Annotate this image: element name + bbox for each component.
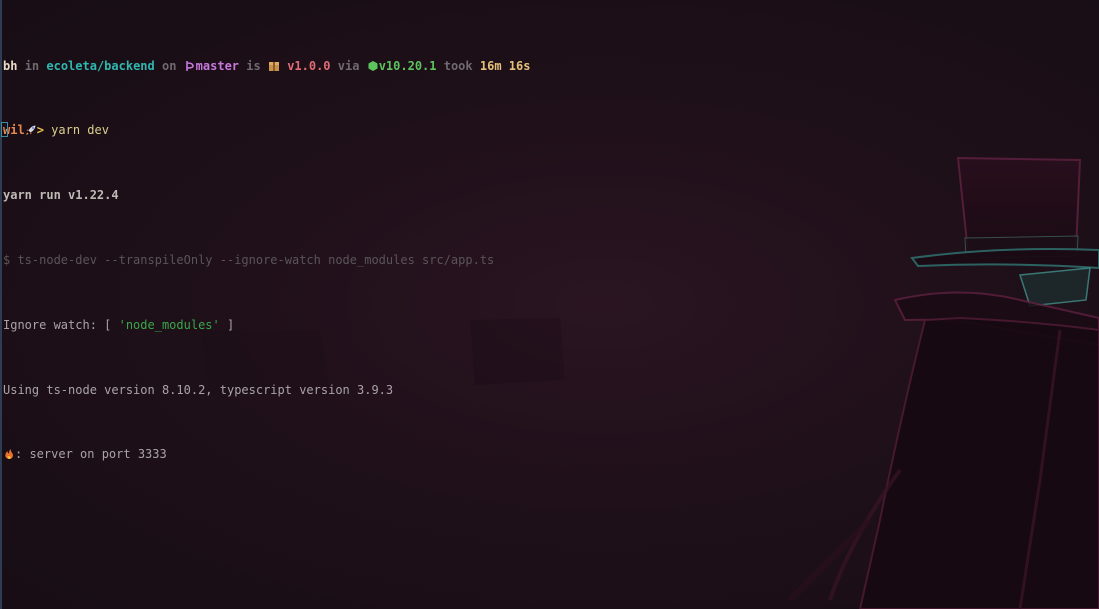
- terminal-output: bh in ecoleta/backend on master is v1.0.…: [3, 9, 530, 511]
- prompt-line: bh in ecoleta/backend on master is v1.0.…: [3, 58, 530, 74]
- output-ignore-watch: Ignore watch: [ 'node_modules' ]: [3, 317, 530, 333]
- ignore-watch-prefix: Ignore watch: [: [3, 317, 119, 332]
- prompt-via-word: via: [337, 58, 360, 73]
- window-left-border: [0, 0, 2, 609]
- prompt-in-word: in: [24, 58, 40, 73]
- prompt-on-word: on: [161, 58, 177, 73]
- command-line: wil > yarn dev: [3, 122, 530, 138]
- terminal-cursor: [1, 122, 8, 137]
- ignore-watch-value: 'node_modules': [118, 317, 220, 332]
- prompt-branch: master: [195, 58, 240, 73]
- output-echo-command: $ ts-node-dev --transpileOnly --ignore-w…: [3, 253, 495, 267]
- server-text: : server on port 3333: [15, 447, 167, 462]
- fire-icon: [3, 448, 15, 460]
- output-ts-node-version: Using ts-node version 8.10.2, typescript…: [3, 382, 394, 397]
- terminal-window[interactable]: bh in ecoleta/backend on master is v1.0.…: [0, 0, 1099, 609]
- package-icon: [268, 60, 280, 72]
- ignore-watch-suffix: ]: [219, 317, 235, 332]
- output-server-line: : server on port 3333: [3, 446, 530, 462]
- prompt-is-word: is: [246, 58, 261, 73]
- command-arrow: >: [36, 123, 44, 138]
- prompt-user: bh: [3, 58, 18, 73]
- command-text: yarn dev: [51, 123, 109, 138]
- prompt-node-version: v10.20.1: [378, 58, 437, 73]
- prompt-took-word: took: [443, 58, 473, 73]
- git-branch-icon: [184, 60, 196, 72]
- prompt-version: v1.0.0: [287, 58, 331, 73]
- output-yarn-run: yarn run v1.22.4: [3, 188, 119, 203]
- prompt-duration: 16m 16s: [479, 58, 531, 73]
- prompt-directory: ecoleta/backend: [46, 58, 155, 73]
- rocket-icon: [25, 124, 37, 136]
- node-hexagon-icon: [367, 60, 379, 72]
